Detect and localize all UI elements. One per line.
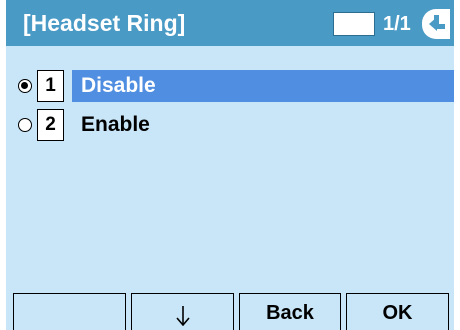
softkey-down[interactable] — [131, 293, 234, 330]
left-arrow-icon[interactable] — [422, 9, 450, 39]
item-number: 2 — [37, 109, 64, 141]
title-bar: [Headset Ring] 1/1 — [6, 0, 454, 46]
page-indicator: 1/1 — [383, 13, 411, 35]
back-button[interactable]: Back — [239, 293, 341, 330]
radio-button[interactable] — [18, 118, 32, 132]
item-label: Disable — [72, 70, 454, 102]
softkey-1[interactable] — [13, 293, 126, 330]
item-number: 1 — [37, 70, 64, 102]
item-label: Enable — [81, 113, 150, 136]
ok-button[interactable]: OK — [346, 293, 449, 330]
down-arrow-icon — [176, 306, 190, 326]
radio-button-selected[interactable] — [18, 79, 32, 93]
menu-item-enable[interactable]: 2 Enable — [18, 109, 454, 141]
phone-display: [Headset Ring] 1/1 1 Disable 2 Enable Ba… — [6, 0, 454, 330]
menu-item-disable[interactable]: 1 Disable — [18, 70, 454, 102]
screen-title: [Headset Ring] — [23, 10, 186, 36]
title-input-box — [333, 12, 375, 36]
